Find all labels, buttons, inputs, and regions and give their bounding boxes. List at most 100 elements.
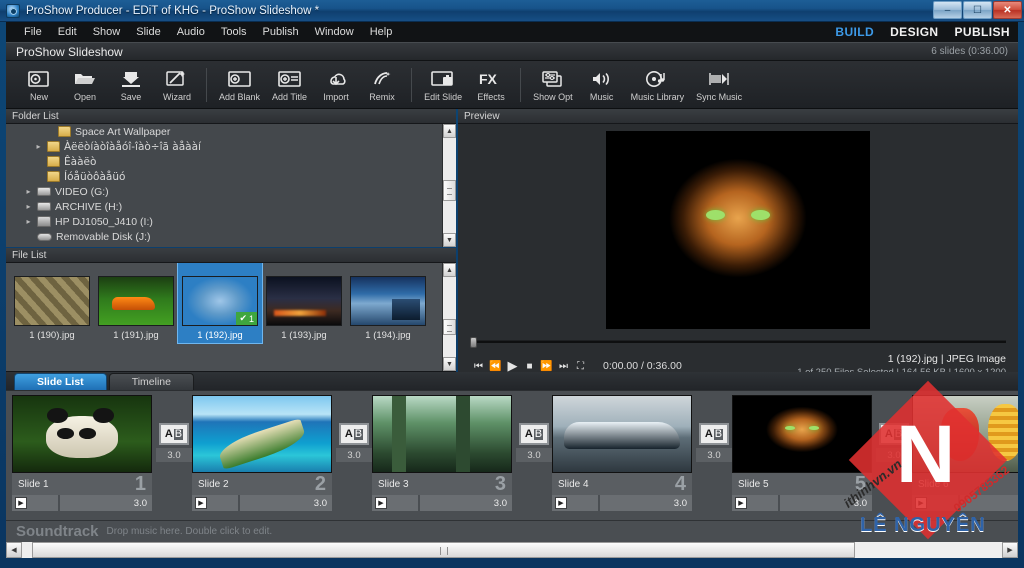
slide-item[interactable]: Slide 3 3 ▶ 3.0 [372, 395, 512, 511]
toolbar-button-music-library[interactable]: Music Library [625, 63, 691, 107]
folder-row-mojibake-1[interactable]: ▸ Àëëòíàòîàåóî-îàò÷îã àåààí [6, 139, 456, 154]
play-icon[interactable]: ▶ [195, 497, 207, 509]
close-button[interactable]: ✕ [993, 1, 1022, 19]
transition-duration[interactable]: 3.0 [336, 448, 372, 462]
folder-row-video-g[interactable]: ▸ VIDEO (G:) [6, 184, 456, 199]
chevron-right-icon[interactable]: ▸ [24, 217, 33, 226]
folder-row-hp-printer[interactable]: ▸ HP DJ1050_J410 (I:) [6, 214, 456, 229]
chevron-right-icon[interactable]: ▸ [24, 202, 33, 211]
scroll-up-button[interactable]: ▲ [443, 263, 456, 277]
transition-duration[interactable]: 3.0 [156, 448, 192, 462]
toolbar-button-sync-music[interactable]: Sync Music [690, 63, 748, 107]
scroll-right-button[interactable]: ▶ [1002, 542, 1018, 558]
menu-item-audio[interactable]: Audio [169, 24, 213, 40]
toolbar-button-add-title[interactable]: Add Title [266, 63, 313, 107]
file-list-scrollbar[interactable]: ▲ ▼ [442, 263, 456, 371]
chevron-right-icon[interactable]: ▸ [34, 142, 43, 151]
transition-slot[interactable]: A B 3.0 [516, 395, 552, 462]
scroll-track[interactable] [443, 277, 456, 357]
transition-ab-icon[interactable]: A B [699, 423, 729, 445]
soundtrack-bar[interactable]: Soundtrack Drop music here. Double click… [6, 520, 1018, 542]
tab-timeline[interactable]: Timeline [108, 373, 194, 390]
toolbar-button-save[interactable]: Save [108, 63, 154, 107]
menu-item-slide[interactable]: Slide [128, 24, 168, 40]
slide-play-button[interactable]: ▶ [552, 495, 598, 511]
slide-play-button[interactable]: ▶ [12, 495, 58, 511]
toolbar-button-import[interactable]: Import [313, 63, 359, 107]
file-cell-selected[interactable]: ✔ 1 1 (192).jpg [177, 263, 263, 344]
file-grid[interactable]: 1 (185).jpg 1 (186).jpg 1 (187).jpg 1 (1… [6, 263, 456, 371]
menu-item-edit[interactable]: Edit [50, 24, 85, 40]
slide-thumbnail[interactable] [192, 395, 332, 473]
horizontal-scrollbar[interactable]: ◀ ▶ [6, 542, 1018, 558]
folder-list-scrollbar[interactable]: ▲ ▼ [442, 124, 456, 247]
transition-duration[interactable]: 3.0 [516, 448, 552, 462]
menu-item-tools[interactable]: Tools [213, 24, 255, 40]
toolbar-button-new[interactable]: New [16, 63, 62, 107]
slide-thumbnail[interactable] [912, 395, 1018, 473]
play-icon[interactable]: ▶ [555, 497, 567, 509]
slide-play-button[interactable]: ▶ [912, 495, 958, 511]
slide-item[interactable]: Slide 2 2 ▶ 3.0 [192, 395, 332, 511]
mode-build[interactable]: BUILD [835, 25, 874, 39]
tab-slide-list[interactable]: Slide List [14, 373, 107, 390]
transition-slot[interactable]: A B 3.0 [696, 395, 732, 462]
slide-item[interactable]: Slide 1 1 ▶ 3.0 [12, 395, 152, 511]
seek-handle[interactable] [470, 336, 477, 348]
play-icon[interactable]: ▶ [15, 497, 27, 509]
slide-thumbnail[interactable] [372, 395, 512, 473]
play-icon[interactable]: ▶ [915, 497, 927, 509]
scroll-up-button[interactable]: ▲ [443, 124, 456, 138]
toolbar-button-effects[interactable]: FX Effects [468, 63, 514, 107]
folder-tree[interactable]: Space Art Wallpaper ▸ Àëëòíàòîàåóî-îàò÷î… [6, 124, 456, 247]
transition-slot[interactable]: A B 3.0 [336, 395, 372, 462]
menu-item-help[interactable]: Help [362, 24, 401, 40]
slide-play-button[interactable]: ▶ [372, 495, 418, 511]
mode-publish[interactable]: PUBLISH [955, 25, 1010, 39]
slide-duration[interactable]: 3.0 [960, 495, 1018, 511]
play-icon[interactable]: ▶ [735, 497, 747, 509]
slide-duration[interactable]: 3.0 [420, 495, 512, 511]
folder-row-space-art-wallpaper[interactable]: Space Art Wallpaper [6, 124, 456, 139]
folder-row-mojibake-2[interactable]: Êààëò [6, 154, 456, 169]
toolbar-button-music[interactable]: Music [579, 63, 625, 107]
folder-row-mojibake-3[interactable]: Íóåüòôàåüó [6, 169, 456, 184]
slide-play-button[interactable]: ▶ [732, 495, 778, 511]
toolbar-button-wizard[interactable]: Wizard [154, 63, 200, 107]
file-cell[interactable]: 1 (194).jpg [346, 263, 430, 343]
folder-row-removable-disk-j[interactable]: Removable Disk (J:) [6, 229, 456, 244]
slide-duration[interactable]: 3.0 [600, 495, 692, 511]
toolbar-button-add-blank[interactable]: Add Blank [213, 63, 266, 107]
transition-ab-icon[interactable]: A B [339, 423, 369, 445]
slide-thumbnail[interactable] [552, 395, 692, 473]
scroll-track[interactable] [22, 542, 1002, 558]
minimize-button[interactable]: – [933, 1, 962, 19]
scroll-down-button[interactable]: ▼ [443, 357, 456, 371]
scroll-track[interactable] [443, 138, 456, 233]
scroll-thumb[interactable] [31, 542, 855, 558]
transition-ab-icon[interactable]: A B [519, 423, 549, 445]
scroll-down-button[interactable]: ▼ [443, 233, 456, 247]
scroll-left-button[interactable]: ◀ [6, 542, 22, 558]
menu-item-file[interactable]: File [16, 24, 50, 40]
slide-duration[interactable]: 3.0 [240, 495, 332, 511]
transition-slot[interactable]: A B 3.0 [876, 395, 912, 462]
menu-item-show[interactable]: Show [85, 24, 129, 40]
slide-play-button[interactable]: ▶ [192, 495, 238, 511]
slide-thumbnail[interactable] [732, 395, 872, 473]
toolbar-button-open[interactable]: Open [62, 63, 108, 107]
file-cell[interactable]: 1 (191).jpg [94, 263, 178, 343]
slide-item[interactable]: Slide 4 4 ▶ 3.0 [552, 395, 692, 511]
folder-row-archive-h[interactable]: ▸ ARCHIVE (H:) [6, 199, 456, 214]
maximize-button[interactable]: ☐ [963, 1, 992, 19]
slide-item[interactable]: Slide 5 5 ▶ 3.0 [732, 395, 872, 511]
file-cell[interactable]: 1 (193).jpg [262, 263, 346, 343]
chevron-right-icon[interactable]: ▸ [24, 187, 33, 196]
slide-item[interactable]: Slide 6 6 ▶ 3.0 [912, 395, 1018, 511]
transition-duration[interactable]: 3.0 [876, 448, 912, 462]
toolbar-button-remix[interactable]: Remix [359, 63, 405, 107]
transition-ab-icon[interactable]: A B [879, 423, 909, 445]
transition-ab-icon[interactable]: A B [159, 423, 189, 445]
menu-item-publish[interactable]: Publish [255, 24, 307, 40]
toolbar-button-show-opt[interactable]: Show Opt [527, 63, 579, 107]
